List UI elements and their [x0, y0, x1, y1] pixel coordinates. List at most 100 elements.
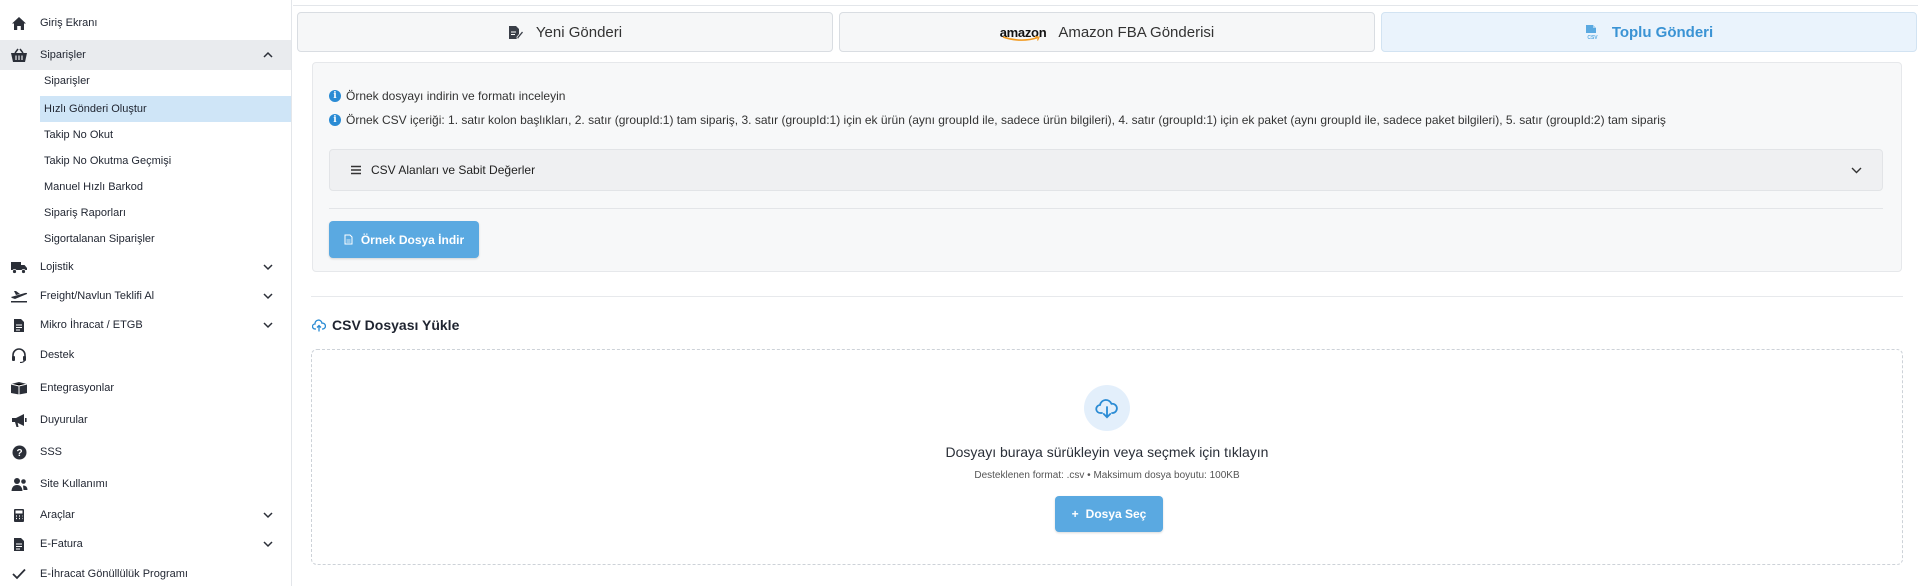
- chevron-down-icon: [1851, 167, 1862, 174]
- document-icon: [10, 316, 28, 334]
- sidebar-item-home[interactable]: Giriş Ekranı: [0, 9, 291, 37]
- sidebar-item-label: Siparişler: [40, 49, 86, 61]
- sidebar-subitem-manual-barcode[interactable]: Manuel Hızlı Barkod: [40, 174, 291, 200]
- cloud-download-icon: [1084, 385, 1130, 431]
- sidebar-item-freight[interactable]: Freight/Navlun Teklifi Al: [0, 282, 291, 310]
- sidebar-item-orders[interactable]: Siparişler: [0, 40, 291, 70]
- headset-icon: [10, 346, 28, 364]
- info-icon: i: [329, 90, 341, 102]
- sidebar-item-label: E-İhracat Gönüllülük Programı: [40, 568, 188, 580]
- chevron-up-icon: [263, 51, 273, 58]
- dropzone-hint: Desteklenen format: .csv • Maksimum dosy…: [974, 470, 1240, 481]
- sidebar-item-site-usage[interactable]: Site Kullanımı: [0, 470, 291, 498]
- plus-icon: +: [1071, 507, 1079, 521]
- tab-label: Toplu Gönderi: [1611, 23, 1714, 41]
- csv-dropzone[interactable]: Dosyayı buraya sürükleyin veya seçmek iç…: [311, 349, 1903, 565]
- sidebar-item-integrations[interactable]: Entegrasyonlar: [0, 374, 291, 402]
- sidebar-item-label: E-Fatura: [40, 538, 83, 550]
- tab-bulk-shipment[interactable]: CSV Toplu Gönderi: [1381, 12, 1917, 52]
- tab-label: Yeni Gönderi: [535, 23, 623, 41]
- sidebar-subitem-scan-history[interactable]: Takip No Okutma Geçmişi: [40, 148, 291, 174]
- box-icon: [10, 379, 28, 397]
- sidebar-subitem-orders[interactable]: Siparişler: [40, 68, 291, 94]
- sidebar-item-label: Mikro İhracat / ETGB: [40, 319, 143, 331]
- accordion-label: CSV Alanları ve Sabit Değerler: [371, 163, 536, 177]
- sidebar-subitem-label: Sipariş Raporları: [44, 207, 126, 219]
- sidebar-item-faq[interactable]: ? SSS: [0, 438, 291, 466]
- home-icon: [10, 14, 28, 32]
- sidebar: Giriş Ekranı Siparişler Siparişler Hızlı…: [0, 0, 292, 586]
- sidebar-item-micro-export[interactable]: Mikro İhracat / ETGB: [0, 311, 291, 339]
- truck-icon: [10, 258, 28, 276]
- divider: [329, 208, 1883, 209]
- list-icon: [351, 165, 361, 175]
- chevron-down-icon: [263, 322, 273, 329]
- divider: [311, 296, 1903, 297]
- instructions-panel: i Örnek dosyayı indirin ve formatı incel…: [312, 62, 1902, 272]
- invoice-icon: [10, 535, 28, 553]
- sidebar-item-logistics[interactable]: Lojistik: [0, 253, 291, 281]
- tab-amazon-fba[interactable]: amazon Amazon FBA Gönderisi: [839, 12, 1375, 52]
- download-sample-button[interactable]: Örnek Dosya İndir: [329, 221, 479, 258]
- question-icon: ?: [10, 443, 28, 461]
- sidebar-item-label: Lojistik: [40, 261, 74, 273]
- csv-file-icon: CSV: [1585, 24, 1600, 40]
- sidebar-subitem-label: Siparişler: [44, 75, 90, 87]
- sidebar-item-label: SSS: [40, 446, 63, 458]
- info-line-1: i Örnek dosyayı indirin ve formatı incel…: [329, 89, 565, 103]
- top-toolbar-strip: [293, 0, 1918, 6]
- sidebar-item-e-invoice[interactable]: E-Fatura: [0, 530, 291, 558]
- amazon-logo: amazon: [999, 24, 1047, 41]
- chevron-down-icon: [263, 541, 273, 548]
- sidebar-item-label: Araçlar: [40, 509, 75, 521]
- svg-text:CSV: CSV: [1587, 35, 1598, 40]
- basket-icon: [10, 46, 28, 64]
- cloud-upload-icon: [312, 318, 326, 332]
- button-label: Dosya Seç: [1085, 507, 1147, 521]
- sidebar-item-label: Freight/Navlun Teklifi Al: [40, 290, 155, 302]
- megaphone-icon: [10, 411, 28, 429]
- upload-section-title: CSV Dosyası Yükle: [312, 317, 459, 333]
- chevron-down-icon: [263, 512, 273, 519]
- sidebar-subitem-label: Takip No Okut: [44, 129, 114, 141]
- sidebar-subitem-insured-orders[interactable]: Sigortalanan Siparişler: [40, 226, 291, 252]
- dropzone-title: Dosyayı buraya sürükleyin veya seçmek iç…: [945, 444, 1269, 460]
- plane-icon: [10, 287, 28, 305]
- button-label: Örnek Dosya İndir: [360, 232, 465, 247]
- sidebar-subitem-quick-shipment[interactable]: Hızlı Gönderi Oluştur: [40, 96, 291, 122]
- sidebar-subitem-label: Manuel Hızlı Barkod: [44, 181, 144, 193]
- sidebar-item-announcements[interactable]: Duyurular: [0, 406, 291, 434]
- sidebar-item-tools[interactable]: Araçlar: [0, 501, 291, 529]
- sidebar-item-label: Giriş Ekranı: [40, 17, 98, 29]
- svg-text:?: ?: [16, 448, 22, 459]
- users-icon: [10, 475, 28, 493]
- sidebar-subitem-order-reports[interactable]: Sipariş Raporları: [40, 200, 291, 226]
- info-text: Örnek CSV içeriği: 1. satır kolon başlık…: [346, 113, 1666, 127]
- check-icon: [10, 565, 28, 583]
- chevron-down-icon: [263, 264, 273, 271]
- calculator-icon: [10, 506, 28, 524]
- sidebar-item-label: Entegrasyonlar: [40, 382, 114, 394]
- csv-fields-accordion[interactable]: CSV Alanları ve Sabit Değerler: [329, 149, 1883, 191]
- info-icon: i: [329, 114, 341, 126]
- sidebar-item-label: Destek: [40, 349, 75, 361]
- sidebar-subitem-label: Sigortalanan Siparişler: [44, 233, 155, 245]
- info-text: Örnek dosyayı indirin ve formatı inceley…: [346, 89, 566, 103]
- section-title-text: CSV Dosyası Yükle: [332, 317, 460, 333]
- choose-file-button[interactable]: + Dosya Seç: [1055, 496, 1163, 532]
- info-line-2: i Örnek CSV içeriği: 1. satır kolon başl…: [329, 113, 1666, 127]
- tab-label: Amazon FBA Gönderisi: [1058, 23, 1215, 41]
- sidebar-item-label: Duyurular: [40, 414, 88, 426]
- sidebar-item-e-export-program[interactable]: E-İhracat Gönüllülük Programı: [0, 560, 291, 586]
- chevron-down-icon: [263, 293, 273, 300]
- shipment-tabs: Yeni Gönderi amazon Amazon FBA Gönderisi…: [297, 12, 1917, 52]
- sidebar-item-label: Site Kullanımı: [40, 478, 108, 490]
- sidebar-subitem-scan-tracking[interactable]: Takip No Okut: [40, 122, 291, 148]
- main-content: Yeni Gönderi amazon Amazon FBA Gönderisi…: [293, 0, 1918, 586]
- tab-new-shipment[interactable]: Yeni Gönderi: [297, 12, 833, 52]
- app-window: Giriş Ekranı Siparişler Siparişler Hızlı…: [0, 0, 1918, 586]
- sidebar-subitem-label: Hızlı Gönderi Oluştur: [44, 103, 147, 115]
- sidebar-item-support[interactable]: Destek: [0, 341, 291, 369]
- sidebar-subitem-label: Takip No Okutma Geçmişi: [44, 155, 172, 167]
- edit-document-icon: [508, 25, 524, 40]
